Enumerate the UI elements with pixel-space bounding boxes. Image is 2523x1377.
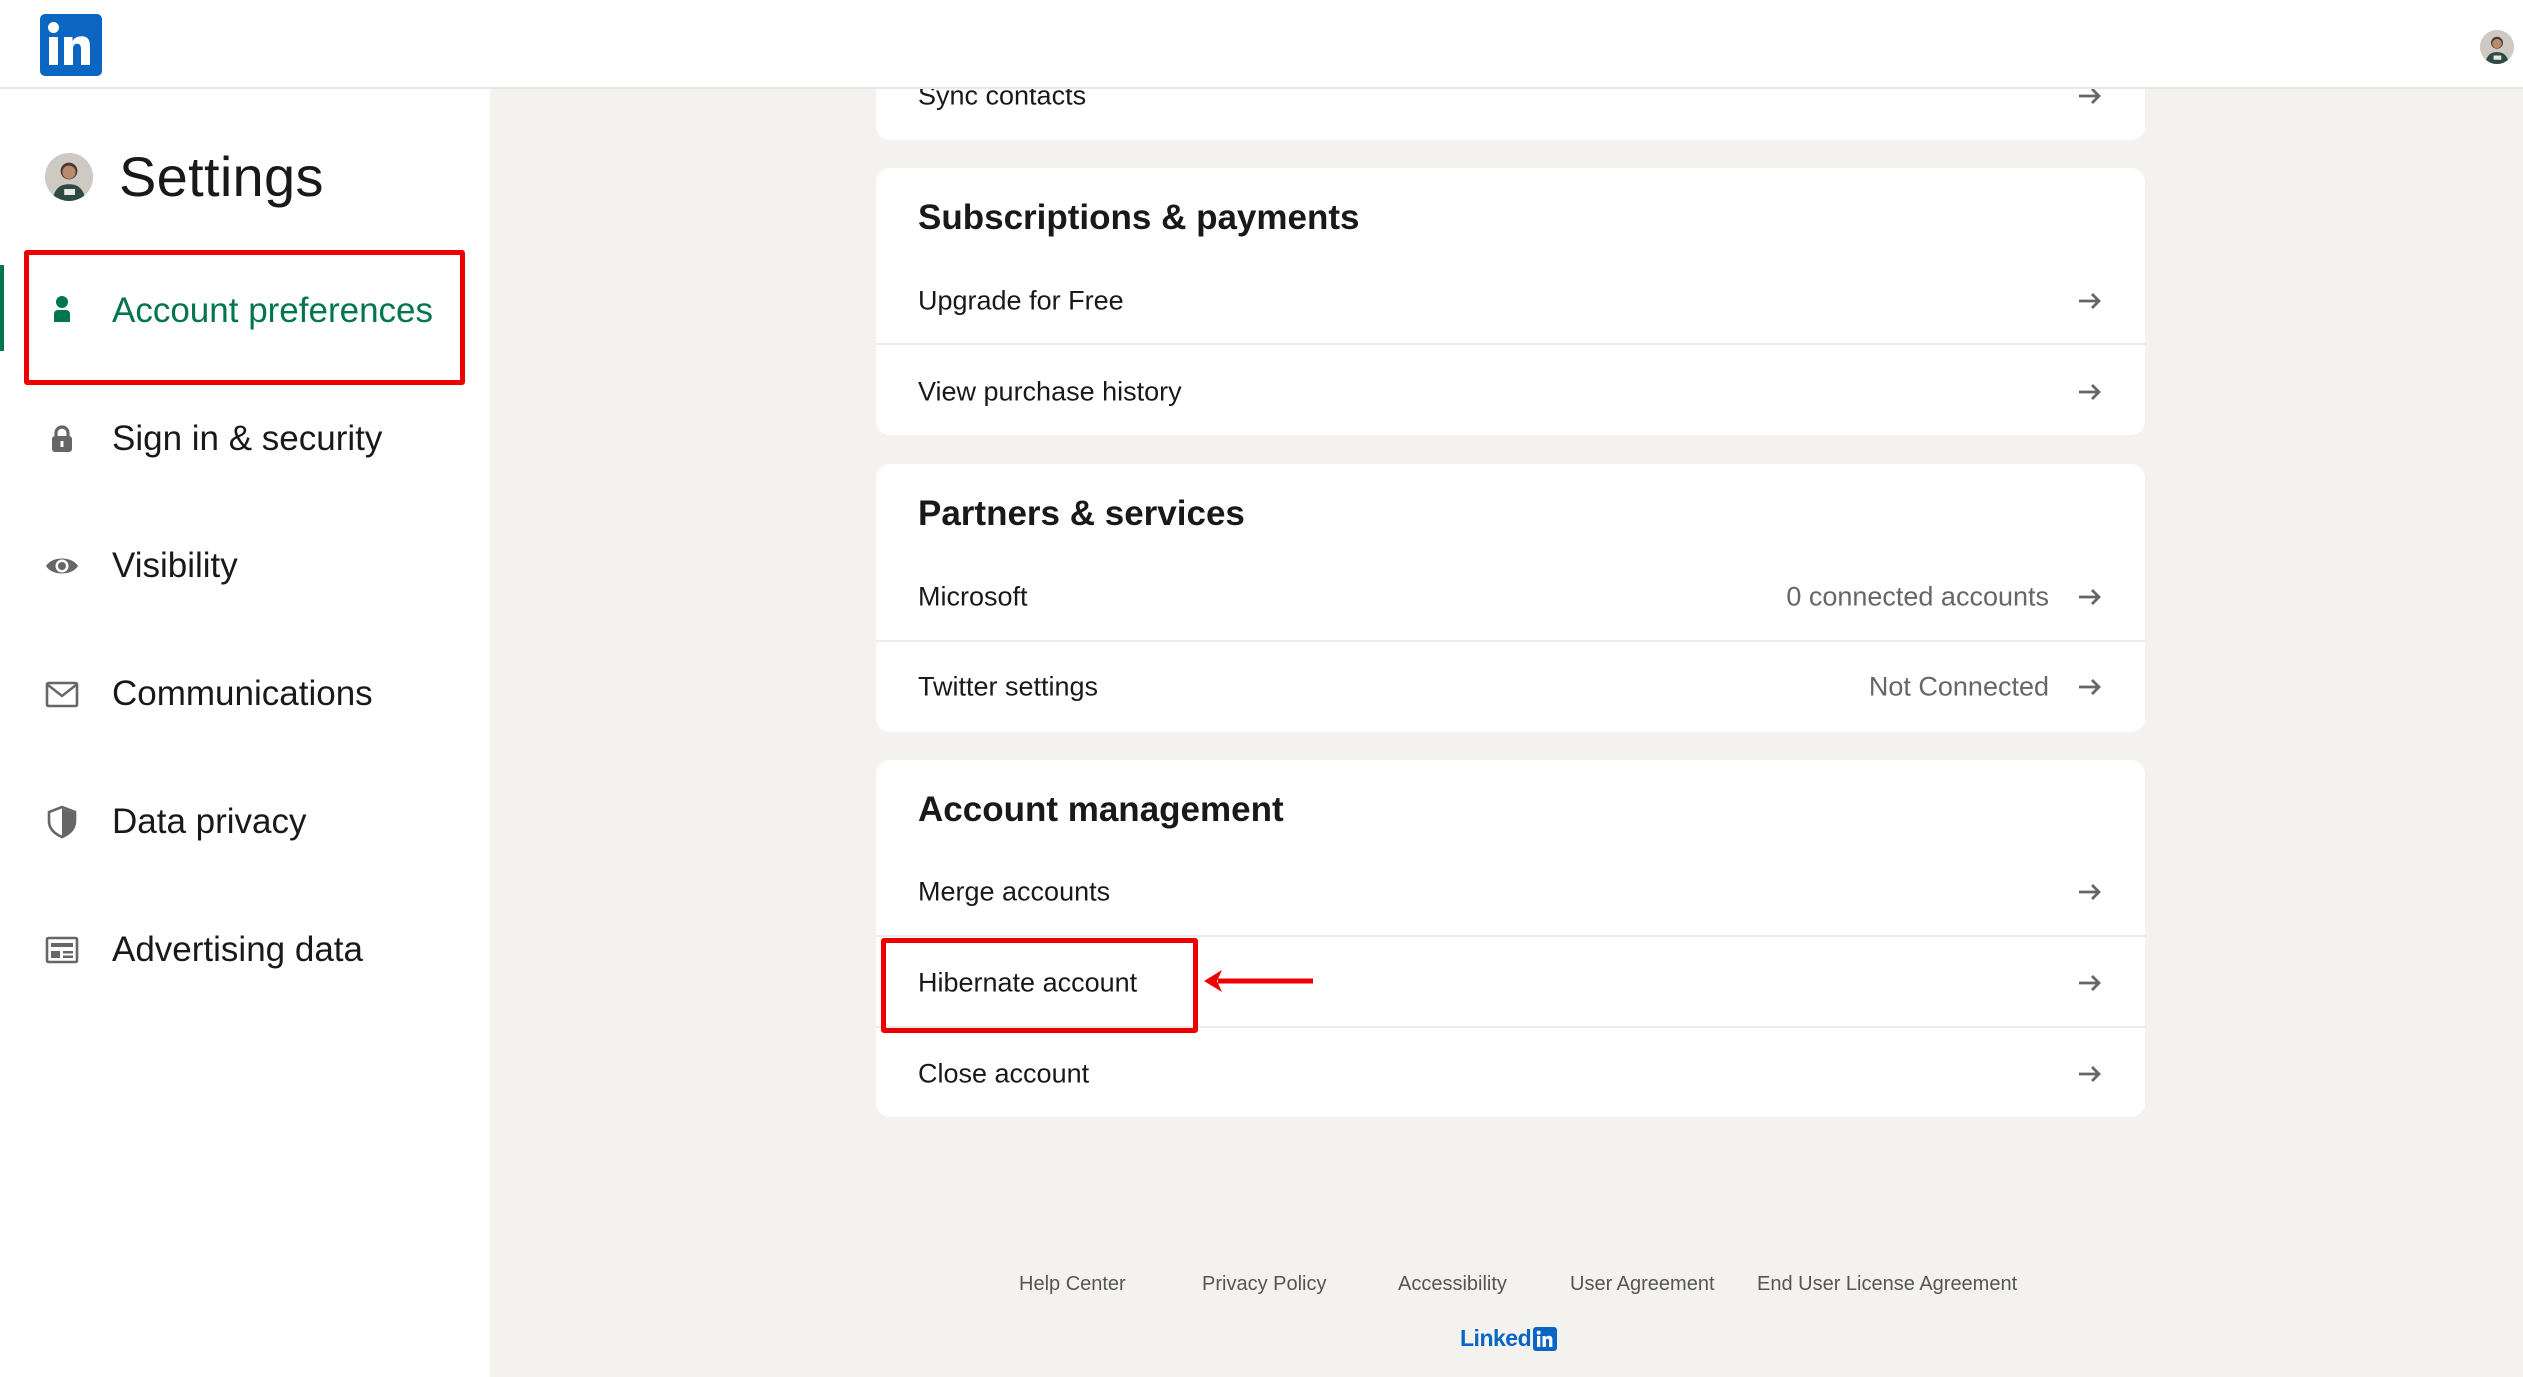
section-card-subscriptions: Subscriptions & payments Upgrade for Fre…: [876, 168, 2145, 435]
footer-links: Help Center Privacy Policy Accessibility…: [0, 1273, 2523, 1303]
row-label: Upgrade for Free: [918, 285, 1124, 316]
sidebar-item-data-privacy[interactable]: Data privacy: [0, 777, 490, 867]
arrow-right-icon: [2075, 377, 2105, 407]
top-header: [0, 0, 2523, 89]
row-status-value: 0 connected accounts: [1786, 581, 2049, 612]
arrow-right-icon: [2075, 672, 2105, 702]
arrow-right-icon: [2075, 582, 2105, 612]
section-title: Subscriptions & payments: [918, 198, 1360, 237]
arrow-right-icon: [2075, 286, 2105, 316]
profile-avatar[interactable]: [2480, 30, 2514, 64]
sidebar-item-label: Visibility: [112, 546, 238, 585]
row-label: Merge accounts: [918, 876, 1111, 907]
footer-link-accessibility[interactable]: Accessibility: [1398, 1273, 1507, 1296]
section-card-partners: Partners & services Microsoft 0 connecte…: [876, 464, 2145, 732]
row-twitter-settings[interactable]: Twitter settings Not Connected: [876, 642, 2145, 732]
linkedin-in-icon: [1533, 1326, 1558, 1351]
sidebar-item-account-preferences[interactable]: Account preferences: [0, 266, 490, 356]
sidebar-item-label: Communications: [112, 674, 373, 713]
sidebar-item-label: Data privacy: [112, 802, 307, 841]
footer-link-user-agreement[interactable]: User Agreement: [1570, 1273, 1715, 1296]
settings-header: Settings: [45, 144, 324, 209]
arrow-right-icon: [2075, 1059, 2105, 1089]
footer-link-eula[interactable]: End User License Agreement: [1757, 1273, 2017, 1296]
footer-link-help-center[interactable]: Help Center: [1019, 1273, 1126, 1296]
shield-icon: [44, 804, 80, 840]
row-view-purchase-history[interactable]: View purchase history: [876, 347, 2145, 435]
lock-icon: [44, 421, 80, 457]
row-microsoft[interactable]: Microsoft 0 connected accounts: [876, 552, 2145, 642]
linkedin-logo-icon[interactable]: [40, 14, 102, 76]
row-label: Close account: [918, 1058, 1090, 1089]
row-divider: [876, 935, 2145, 937]
sidebar-item-sign-in-security[interactable]: Sign in & security: [0, 394, 490, 484]
arrow-right-icon: [2075, 968, 2105, 998]
row-label: View purchase history: [918, 376, 1182, 407]
footer-linkedin-wordmark: Linked: [1460, 1325, 1558, 1352]
settings-sidebar: Settings Account preferences Sign in & s…: [0, 89, 490, 1377]
sidebar-item-visibility[interactable]: Visibility: [0, 521, 490, 611]
row-label: Hibernate account: [918, 967, 1138, 998]
settings-title: Settings: [119, 145, 324, 208]
ad-card-icon: [44, 932, 80, 968]
row-label: Twitter settings: [918, 671, 1099, 702]
section-card-account-management: Account management Merge accounts Hibern…: [876, 760, 2145, 1117]
sidebar-item-label: Account preferences: [112, 291, 434, 330]
row-hibernate-account[interactable]: Hibernate account: [876, 938, 2145, 1028]
row-status-value: Not Connected: [1868, 671, 2049, 702]
sidebar-item-advertising-data[interactable]: Advertising data: [0, 905, 490, 995]
section-title: Partners & services: [918, 494, 1245, 533]
row-merge-accounts[interactable]: Merge accounts: [876, 847, 2145, 937]
eye-icon: [44, 548, 80, 584]
section-title: Account management: [918, 790, 1284, 829]
brand-text: Linked: [1460, 1325, 1532, 1351]
row-close-account[interactable]: Close account: [876, 1029, 2145, 1117]
arrow-right-icon: [2075, 877, 2105, 907]
row-upgrade-for-free[interactable]: Upgrade for Free: [876, 256, 2145, 346]
envelope-icon: [44, 676, 80, 712]
sidebar-item-label: Sign in & security: [112, 419, 383, 458]
person-icon: [44, 293, 80, 329]
sidebar-item-communications[interactable]: Communications: [0, 649, 490, 739]
sidebar-item-label: Advertising data: [112, 930, 363, 969]
sidebar-avatar[interactable]: [45, 152, 93, 201]
footer-link-privacy-policy[interactable]: Privacy Policy: [1202, 1273, 1326, 1296]
row-divider: [876, 1026, 2145, 1028]
row-divider: [876, 343, 2145, 345]
row-label: Microsoft: [918, 581, 1028, 612]
